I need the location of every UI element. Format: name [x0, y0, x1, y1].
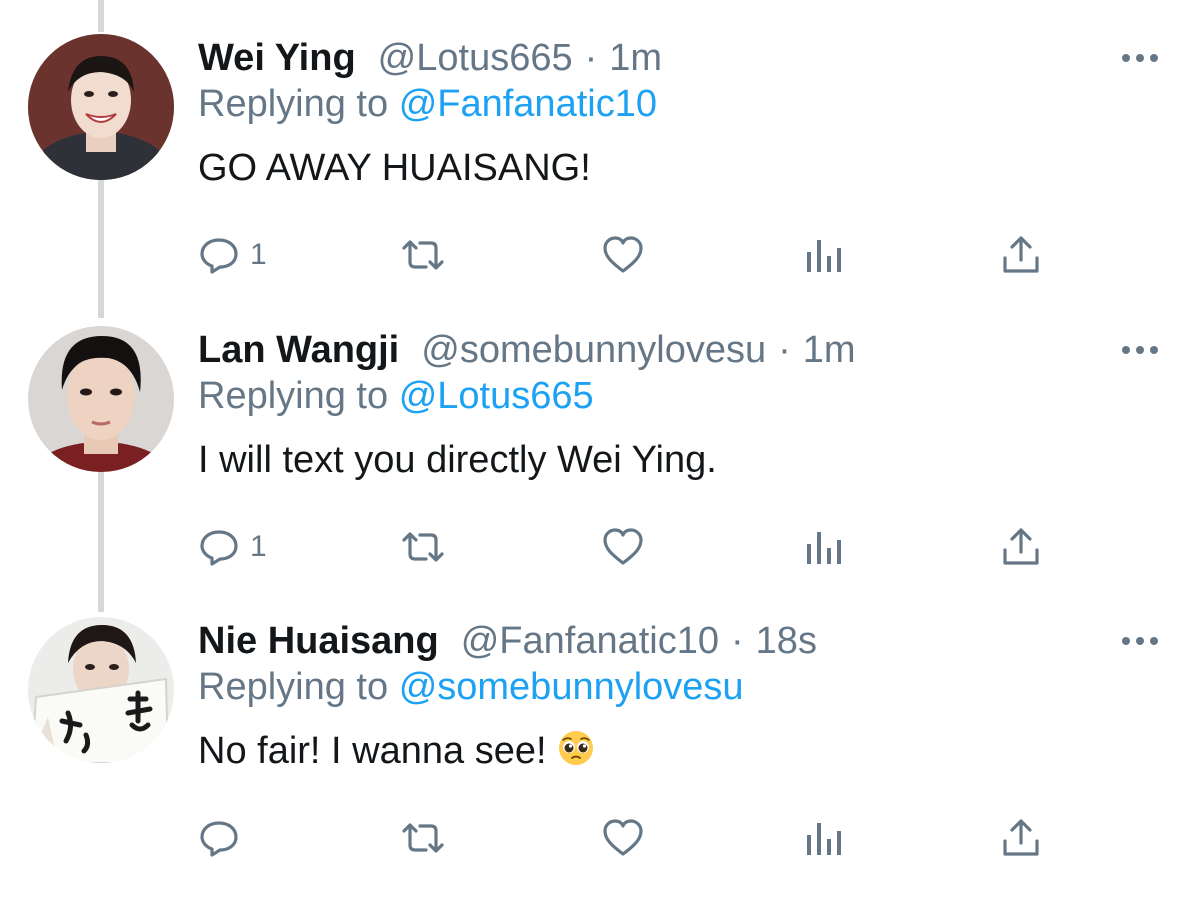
user-handle[interactable]: @Lotus665 [378, 34, 573, 82]
like-button[interactable] [601, 230, 645, 280]
reply-button[interactable]: 1 [198, 230, 267, 280]
analytics-button[interactable] [804, 522, 844, 572]
tweet-header: Wei Ying @Lotus665 · 1m [198, 34, 662, 82]
tweet-header: Nie Huaisang @Fanfanatic10 · 18s [198, 617, 817, 665]
tweet-item[interactable]: Lan Wangji @somebunnylovesu · 1m Replyin… [0, 326, 1200, 586]
replying-to-label: Replying to [198, 375, 389, 417]
like-button[interactable] [601, 813, 645, 863]
avatar[interactable] [28, 34, 174, 180]
display-name[interactable]: Nie Huaisang [198, 617, 439, 665]
display-name[interactable]: Wei Ying [198, 34, 356, 82]
thread-connector-line [98, 0, 104, 32]
share-upload-icon [1003, 236, 1039, 273]
retweet-icon [402, 823, 444, 853]
reply-bubble-icon [200, 530, 238, 566]
retweet-icon [402, 532, 444, 562]
analytics-button[interactable] [804, 813, 844, 863]
more-dots-icon[interactable] [1120, 631, 1160, 651]
replying-to: Replying to @Lotus665 [198, 372, 594, 420]
more-dots-icon[interactable] [1120, 48, 1160, 68]
user-handle[interactable]: @somebunnylovesu [421, 326, 766, 374]
retweet-button[interactable] [398, 522, 448, 572]
replying-to: Replying to @Fanfanatic10 [198, 80, 657, 128]
heart-icon [603, 528, 643, 565]
reply-count: 1 [250, 530, 267, 563]
tweet-text: GO AWAY HUAISANG! [198, 147, 591, 189]
avatar[interactable] [28, 617, 174, 763]
replying-to-link[interactable]: @Fanfanatic10 [399, 83, 657, 125]
more-dots-icon[interactable] [1120, 340, 1160, 360]
share-button[interactable] [1000, 813, 1042, 863]
tweet-text: I will text you directly Wei Ying. [198, 439, 717, 481]
display-name[interactable]: Lan Wangji [198, 326, 399, 374]
heart-icon [603, 236, 643, 273]
tweet-text-container: No fair! I wanna see! [198, 727, 595, 779]
retweet-button[interactable] [398, 230, 448, 280]
replying-to-label: Replying to [198, 666, 389, 708]
tweet-text: No fair! I wanna see! [198, 730, 547, 772]
avatar[interactable] [28, 326, 174, 472]
separator-dot: · [731, 620, 744, 662]
replying-to-link[interactable]: @somebunnylovesu [399, 666, 744, 708]
like-button[interactable] [601, 522, 645, 572]
share-upload-icon [1003, 528, 1039, 565]
reply-button[interactable]: 1 [198, 522, 267, 572]
separator-dot: · [584, 37, 598, 79]
timestamp[interactable]: 1m [609, 34, 662, 82]
retweet-button[interactable] [398, 813, 448, 863]
heart-icon [603, 819, 643, 856]
reply-count: 1 [250, 238, 267, 271]
user-handle[interactable]: @Fanfanatic10 [461, 617, 719, 665]
pleading-face-emoji-icon [557, 729, 595, 779]
retweet-icon [402, 240, 444, 270]
tweet-actions [198, 813, 1098, 863]
tweet-actions: 1 [198, 230, 1098, 280]
tweet-actions: 1 [198, 522, 1098, 572]
tweet-item[interactable]: Nie Huaisang @Fanfanatic10 · 18s Replyin… [0, 617, 1200, 887]
tweet-header: Lan Wangji @somebunnylovesu · 1m [198, 326, 856, 374]
timestamp[interactable]: 18s [756, 617, 817, 665]
tweet-item[interactable]: Wei Ying @Lotus665 · 1m Replying to @Fan… [0, 34, 1200, 294]
analytics-bars-icon [807, 532, 841, 564]
timestamp[interactable]: 1m [803, 326, 856, 374]
analytics-button[interactable] [804, 230, 844, 280]
share-button[interactable] [1000, 230, 1042, 280]
replying-to-label: Replying to [198, 83, 389, 125]
analytics-bars-icon [807, 823, 841, 855]
replying-to: Replying to @somebunnylovesu [198, 663, 744, 711]
share-upload-icon [1003, 819, 1039, 856]
analytics-bars-icon [807, 240, 841, 272]
reply-bubble-icon [200, 238, 238, 274]
separator-dot: · [778, 329, 791, 371]
replying-to-link[interactable]: @Lotus665 [399, 375, 594, 417]
reply-button[interactable] [198, 813, 250, 863]
reply-bubble-icon [200, 821, 238, 857]
share-button[interactable] [1000, 522, 1042, 572]
